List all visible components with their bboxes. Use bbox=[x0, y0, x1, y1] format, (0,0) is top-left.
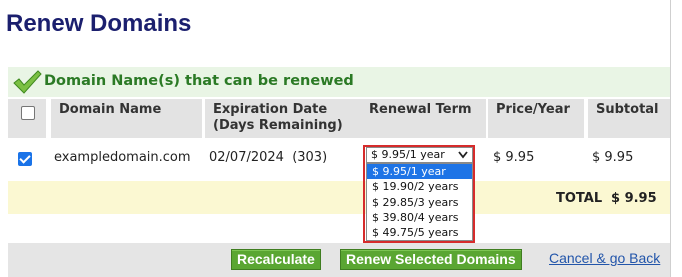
select-all-cell bbox=[8, 99, 46, 138]
recalculate-button[interactable]: Recalculate bbox=[231, 249, 321, 270]
col-renewal-term: Renewal Term bbox=[361, 99, 486, 138]
total-label: TOTAL bbox=[556, 191, 603, 206]
table-header: Domain Name Expiration Date (Days Remain… bbox=[8, 99, 670, 138]
expiration-date: 02/07/2024 (303) bbox=[209, 150, 328, 165]
domain-name: exampledomain.com bbox=[54, 150, 191, 165]
row-checkbox[interactable] bbox=[18, 152, 32, 166]
renewal-option[interactable]: $ 49.75/5 years bbox=[367, 225, 472, 240]
renewal-option[interactable]: $ 39.80/4 years bbox=[367, 210, 472, 225]
renewal-option[interactable]: $ 9.95/1 year bbox=[367, 164, 472, 180]
page-title: Renew Domains bbox=[6, 10, 192, 37]
renew-selected-button[interactable]: Renew Selected Domains bbox=[340, 249, 522, 270]
total-value: $ 9.95 bbox=[611, 191, 657, 206]
col-expiration: Expiration Date (Days Remaining) bbox=[205, 99, 361, 138]
col-subtotal: Subtotal bbox=[588, 99, 670, 138]
chevron-down-icon bbox=[458, 151, 468, 159]
renewal-term-select[interactable]: $ 9.95/1 year bbox=[366, 147, 473, 163]
col-expiration-line2: (Days Remaining) bbox=[213, 118, 343, 133]
total-row: TOTAL $ 9.95 bbox=[8, 181, 670, 214]
renewal-option[interactable]: $ 19.90/2 years bbox=[367, 179, 472, 194]
renewal-term-value: $ 9.95/1 year bbox=[371, 148, 445, 161]
select-all-checkbox[interactable] bbox=[21, 106, 35, 120]
table-row: exampledomain.com 02/07/2024 (303) $ 9.9… bbox=[8, 140, 670, 180]
section-header: Domain Name(s) that can be renewed bbox=[8, 67, 670, 97]
subtotal: $ 9.95 bbox=[592, 150, 634, 165]
cancel-link[interactable]: Cancel & go Back bbox=[549, 250, 660, 266]
section-title: Domain Name(s) that can be renewed bbox=[44, 73, 354, 89]
right-divider bbox=[670, 0, 671, 277]
checkmark-icon bbox=[13, 70, 42, 94]
col-expiration-line1: Expiration Date bbox=[213, 102, 328, 117]
col-price-year: Price/Year bbox=[488, 99, 584, 138]
price-year: $ 9.95 bbox=[493, 150, 535, 165]
col-domain-name: Domain Name bbox=[51, 99, 202, 138]
renewal-option[interactable]: $ 29.85/3 years bbox=[367, 195, 472, 210]
renewal-term-dropdown: $ 9.95/1 year $ 19.90/2 years $ 29.85/3 … bbox=[366, 163, 473, 241]
